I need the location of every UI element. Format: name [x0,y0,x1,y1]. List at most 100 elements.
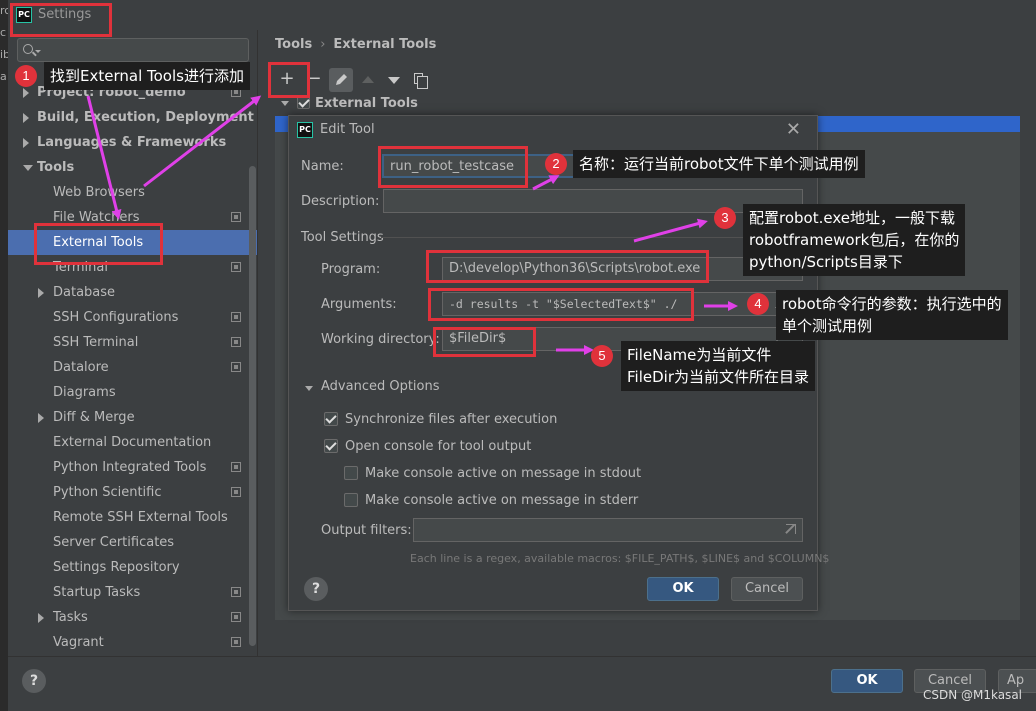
breadcrumb: Tools › External Tools [275,37,436,52]
sidebar-item[interactable]: Startup Tasks [8,580,257,605]
callout-line: 单个测试用例 [782,317,873,335]
sidebar-item-label: Languages & Frameworks [37,135,227,150]
arrow-up-icon [362,76,374,83]
ok-button[interactable]: OK [831,669,903,693]
copy-tool-button[interactable] [407,68,431,92]
sidebar-item[interactable]: Languages & Frameworks [8,130,257,155]
chevron-down-icon[interactable] [305,386,313,391]
sidebar-item[interactable]: Diagrams [8,380,257,405]
pencil-icon [336,74,347,85]
edge-text: ib [0,48,11,61]
chevron-right-icon[interactable] [38,288,44,298]
sidebar-item-label: Python Integrated Tools [53,460,207,475]
sidebar-item-label: Startup Tasks [53,585,141,600]
sidebar-item[interactable]: Database [8,280,257,305]
project-level-icon [231,612,241,622]
output-filters-field[interactable] [413,518,803,542]
program-label: Program: [321,262,381,277]
dialog-help-button[interactable]: ? [304,577,328,601]
highlight-name-field [378,146,528,188]
group-label: External Tools [315,96,418,111]
background-window-edge: rc c ib a [0,0,11,711]
highlight-program-field [426,250,709,283]
description-field[interactable] [383,189,803,213]
open-console-label: Open console for tool output [345,439,532,454]
sidebar-item-label: Vagrant [53,635,104,650]
callout-line: 配置robot.exe地址，一般下载 [749,209,955,227]
tool-settings-heading: Tool Settings [301,230,384,245]
settings-window: rc c ib a PC Settings Project: robot_dem… [0,0,1036,711]
open-console-checkbox[interactable] [324,439,338,453]
sidebar-item[interactable]: SSH Terminal [8,330,257,355]
sidebar-item-label: Tools [37,160,75,175]
step-badge-5: 5 [591,345,613,367]
sidebar-item[interactable]: Settings Repository [8,555,257,580]
chevron-down-icon[interactable] [23,165,33,171]
sidebar-item[interactable]: Tools [8,155,257,180]
sidebar-item[interactable]: External Documentation [8,430,257,455]
sidebar-item-label: Tasks [53,610,88,625]
expand-icon[interactable] [786,524,796,534]
chevron-right-icon[interactable] [23,88,29,98]
step-badge-4: 4 [747,293,769,315]
sidebar-item[interactable]: Datalore [8,355,257,380]
sidebar-item-label: Build, Execution, Deployment [37,110,254,125]
dialog-header: PC Edit Tool ✕ [289,116,817,144]
sidebar-item[interactable]: Diff & Merge [8,405,257,430]
sidebar-item[interactable]: Build, Execution, Deployment [8,105,257,130]
project-level-icon [231,637,241,647]
sidebar-item-label: Remote SSH External Tools [53,510,228,525]
sidebar-item-label: Web Browsers [53,185,145,200]
stdout-active-checkbox[interactable] [344,466,358,480]
chevron-down-icon [281,101,289,106]
sidebar-scrollbar[interactable] [249,166,256,646]
sidebar-item[interactable]: Python Integrated Tools [8,455,257,480]
project-level-icon [231,312,241,322]
chevron-right-icon[interactable] [23,138,29,148]
watermark: CSDN @M1kasal [922,688,1022,702]
callout-line: FileDir为当前文件所在目录 [627,368,809,386]
name-label: Name: [301,159,344,174]
sidebar-item[interactable]: Web Browsers [8,180,257,205]
callout-step-5: FileName为当前文件 FileDir为当前文件所在目录 [621,341,815,391]
step-badge-1: 1 [15,65,37,87]
dialog-ok-button[interactable]: OK [647,577,719,601]
chevron-right-icon[interactable] [38,613,44,623]
sidebar-item[interactable]: Python Scientific [8,480,257,505]
callout-line: FileName为当前文件 [627,346,772,364]
sidebar-item-label: Datalore [53,360,109,375]
pycharm-icon: PC [297,122,313,138]
stderr-active-label: Make console active on message in stderr [365,493,639,508]
sidebar-item[interactable]: Remote SSH External Tools [8,505,257,530]
edit-tool-button[interactable] [329,68,353,92]
help-button[interactable]: ? [22,669,46,693]
step-badge-2: 2 [545,153,567,175]
callout-line: robot命令行的参数：执行选中的 [782,295,1002,313]
arguments-label: Arguments: [321,297,397,312]
sync-files-checkbox[interactable] [324,412,338,426]
move-down-button[interactable] [382,68,406,92]
close-icon[interactable]: ✕ [786,120,801,140]
section-divider [381,237,801,238]
settings-search-input[interactable] [17,38,249,62]
stderr-active-checkbox[interactable] [344,493,358,507]
sidebar-item[interactable]: Vagrant [8,630,257,655]
title-bar: PC Settings [8,0,1036,30]
chevron-right-icon[interactable] [38,413,44,423]
move-up-button[interactable] [356,68,380,92]
callout-line: robotframework包后，在你的 [749,231,960,249]
copy-icon [414,73,428,89]
sidebar-item[interactable]: Tasks [8,605,257,630]
breadcrumb-item[interactable]: Tools [275,37,312,52]
chevron-right-icon[interactable] [23,113,29,123]
description-label: Description: [301,194,380,209]
sidebar-item[interactable]: Server Certificates [8,530,257,555]
sidebar-item-label: Database [53,285,116,300]
highlight-working-dir-field [433,327,536,357]
project-level-icon [231,212,241,222]
settings-footer: ? OK Cancel Ap [8,656,1036,711]
sidebar-item[interactable]: SSH Configurations [8,305,257,330]
advanced-options-toggle[interactable]: Advanced Options [321,379,440,394]
dialog-cancel-button[interactable]: Cancel [731,577,803,601]
sidebar-item-label: Settings Repository [53,560,180,575]
